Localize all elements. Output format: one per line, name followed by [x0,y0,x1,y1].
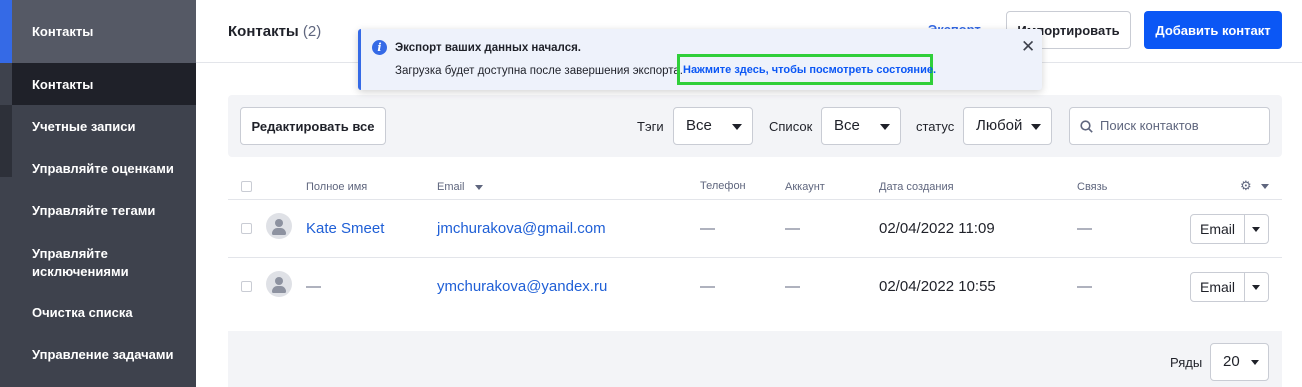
sidebar-item-exclusions[interactable]: Управляйте исключениями [12,236,196,288]
sidebar-item-scores[interactable]: Управляйте оценками [12,147,196,189]
chevron-down-icon [732,124,742,130]
search-box[interactable] [1069,107,1270,145]
status-select-value: Любой [976,117,1023,134]
email-split-button[interactable]: Email [1190,214,1269,244]
close-icon[interactable]: ✕ [1021,38,1035,56]
status-label: статус [916,119,955,134]
toast-title: Экспорт ваших данных начался. [395,42,581,54]
contact-account: — [785,278,800,295]
contact-link: — [1077,220,1092,237]
chevron-down-icon [880,124,890,130]
contact-name-link[interactable]: Kate Smeet [306,220,384,237]
email-button-label[interactable]: Email [1191,215,1245,243]
column-header-email[interactable]: Email [437,181,465,193]
contact-phone: — [700,278,715,295]
rows-per-page-label: Ряды [1170,355,1203,370]
gear-icon[interactable]: ⚙ [1240,178,1252,194]
select-all-checkbox[interactable] [241,181,252,192]
chevron-down-icon [1251,360,1259,365]
edit-all-button[interactable]: Редактировать все [240,107,386,145]
filter-bar: Редактировать все Тэги Все Список Все ст… [228,95,1282,157]
contact-link: — [1077,278,1092,295]
column-header-phone[interactable]: Телефон [700,180,746,192]
tags-label: Тэги [637,119,664,134]
row-checkbox[interactable] [241,223,252,234]
sidebar-item-list-cleanup[interactable]: Очистка списка [12,291,196,333]
email-button-label[interactable]: Email [1191,273,1245,301]
table-footer: Ряды 20 [228,331,1282,387]
sidebar-strip [0,105,12,177]
search-input[interactable] [1100,118,1260,133]
contact-phone: — [700,220,715,237]
info-icon: i [372,40,387,55]
row-checkbox[interactable] [241,281,252,292]
column-header-account[interactable]: Аккаунт [785,181,825,193]
rows-per-page-select[interactable]: 20 [1210,343,1269,381]
contacts-count: (2) [302,23,322,40]
avatar [266,213,292,239]
column-header-link[interactable]: Связь [1077,181,1107,193]
email-split-button[interactable]: Email [1190,272,1269,302]
page-title: Контакты (2) [228,23,321,40]
sidebar-item-tasks[interactable]: Управление задачами [12,333,196,375]
export-toast: i Экспорт ваших данных начался. Загрузка… [358,29,1042,90]
tags-select-value: Все [686,117,712,134]
row-divider [228,257,1282,258]
chevron-down-icon [1031,124,1041,130]
contact-account: — [785,220,800,237]
list-select[interactable]: Все [821,107,901,145]
contact-email-link[interactable]: ymchurakova@yandex.ru [437,278,607,295]
chevron-down-icon[interactable] [1252,285,1260,290]
sidebar-header-label: Контакты [32,24,94,39]
tags-select[interactable]: Все [673,107,753,145]
contact-created-date: 02/04/2022 10:55 [879,278,996,295]
toast-message: Загрузка будет доступна после завершения… [395,65,683,77]
chevron-down-icon[interactable] [1252,227,1260,232]
list-select-value: Все [834,117,860,134]
column-header-name[interactable]: Полное имя [306,181,367,193]
add-contact-button[interactable]: Добавить контакт [1144,11,1282,49]
list-label: Список [769,119,813,134]
sidebar: Контакты Контакты Учетные записи Управля… [0,0,196,387]
sidebar-item-tags[interactable]: Управляйте тегами [12,189,196,231]
sidebar-item-contacts[interactable]: Контакты [12,63,196,105]
rows-per-page-value: 20 [1223,353,1240,370]
column-header-created[interactable]: Дата создания [879,181,954,193]
contact-email-link[interactable]: jmchurakova@gmail.com [437,220,606,237]
table-header-divider [228,199,1282,200]
search-icon [1080,120,1093,133]
contact-created-date: 02/04/2022 11:09 [879,220,995,237]
contact-name: — [306,278,321,295]
sidebar-accent-bar [0,0,12,63]
sidebar-header[interactable]: Контакты [0,0,196,63]
sidebar-item-accounts[interactable]: Учетные записи [12,105,196,147]
chevron-down-icon[interactable] [1261,184,1269,189]
toast-status-link[interactable]: Нажмите здесь, чтобы посмотреть состояни… [677,54,936,85]
sort-desc-icon [475,185,483,190]
avatar [266,271,292,297]
page-title-text: Контакты [228,23,299,40]
status-select[interactable]: Любой [963,107,1052,145]
